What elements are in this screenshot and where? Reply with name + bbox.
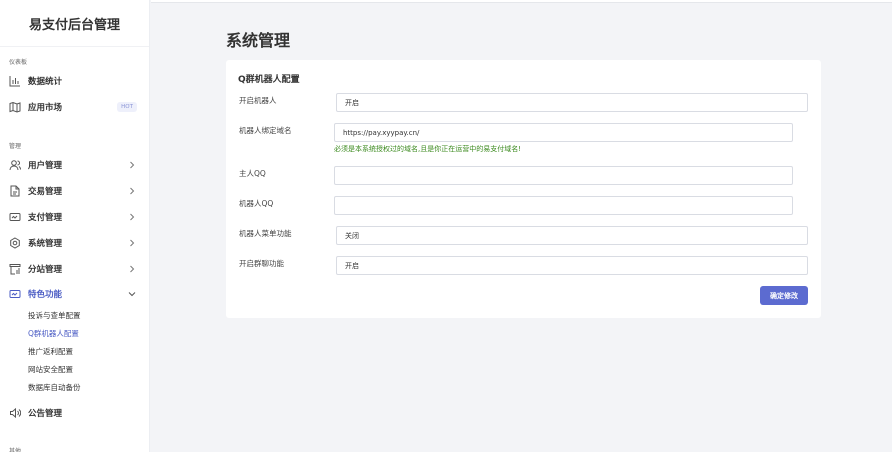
owner-qq-label: 主人QQ [239, 169, 266, 178]
owner-qq-input[interactable] [334, 166, 793, 185]
section-other: 其他 [9, 448, 22, 452]
card-title: Q群机器人配置 [238, 75, 300, 85]
top-bar [151, 0, 892, 3]
sub-item-promo[interactable]: 推广返利配置 [28, 346, 73, 357]
bot-domain-label: 机器人绑定域名 [239, 126, 292, 135]
enable-bot-label: 开启机器人 [239, 96, 277, 105]
section-manage: 管理 [9, 143, 22, 150]
bot-menu-select[interactable]: 关闭 [336, 226, 808, 245]
bot-domain-hint: 必须是本系统授权过的域名,且是你正在运营中的易支付域名! [334, 145, 522, 153]
bot-domain-input[interactable]: https://pay.xyypay.cn/ [334, 123, 793, 142]
sub-item-backup[interactable]: 数据库自动备份 [28, 382, 81, 393]
group-chat-select[interactable]: 开启 [336, 256, 808, 275]
nav-features-label: 特色功能 [28, 290, 63, 300]
nav-substation-label: 分站管理 [28, 265, 63, 275]
nav-notice[interactable]: 公告管理 [0, 402, 149, 424]
document-icon [9, 185, 21, 197]
chevron-right-icon [127, 238, 137, 248]
nav-substation[interactable]: 分站管理 [0, 258, 149, 280]
brand-title: 易支付后台管理 [0, 0, 149, 47]
nav-notice-label: 公告管理 [28, 409, 63, 419]
speaker-icon [9, 407, 21, 419]
sub-item-qbot[interactable]: Q群机器人配置 [28, 328, 79, 339]
nav-trades-label: 交易管理 [28, 187, 63, 197]
nav-users[interactable]: 用户管理 [0, 154, 149, 176]
payment-card-icon [9, 211, 21, 223]
settings-card: Q群机器人配置 开启机器人 开启 机器人绑定域名 https://pay.xyy… [226, 60, 821, 318]
sub-item-complaint[interactable]: 投诉与查单配置 [28, 310, 81, 321]
hot-badge: HOT [117, 102, 137, 112]
settings-icon [9, 237, 21, 249]
enable-bot-select[interactable]: 开启 [336, 93, 808, 112]
users-icon [9, 159, 21, 171]
nav-trades[interactable]: 交易管理 [0, 180, 149, 202]
nav-stats[interactable]: 数据统计 [0, 70, 149, 92]
nav-users-label: 用户管理 [28, 161, 63, 171]
nav-features[interactable]: 特色功能 [0, 283, 149, 305]
bar-chart-icon [9, 75, 21, 87]
nav-system-label: 系统管理 [28, 239, 63, 249]
bot-qq-input[interactable] [334, 196, 793, 215]
bot-qq-label: 机器人QQ [239, 199, 274, 208]
nav-market[interactable]: 应用市场 HOT [0, 96, 149, 118]
page-title: 系统管理 [226, 31, 291, 50]
nav-stats-label: 数据统计 [28, 77, 63, 87]
chevron-right-icon [127, 186, 137, 196]
nav-market-label: 应用市场 [28, 103, 63, 113]
sidebar: 易支付后台管理 仪表板 数据统计 应用市场 HOT 管理 用户管理 交易管理 支… [0, 0, 150, 452]
group-chat-label: 开启群聊功能 [239, 259, 284, 268]
map-icon [9, 101, 21, 113]
sub-item-security[interactable]: 网站安全配置 [28, 364, 73, 375]
submit-button[interactable]: 确定修改 [760, 286, 808, 305]
chevron-down-icon [127, 289, 137, 299]
nav-system[interactable]: 系统管理 [0, 232, 149, 254]
section-dashboard: 仪表板 [9, 59, 28, 66]
nav-pay-label: 支付管理 [28, 213, 63, 223]
chevron-right-icon [127, 264, 137, 274]
chevron-right-icon [127, 212, 137, 222]
bot-menu-label: 机器人菜单功能 [239, 229, 292, 238]
nav-pay[interactable]: 支付管理 [0, 206, 149, 228]
store-chart-icon [9, 263, 21, 275]
feature-card-icon [9, 288, 21, 300]
chevron-right-icon [127, 160, 137, 170]
